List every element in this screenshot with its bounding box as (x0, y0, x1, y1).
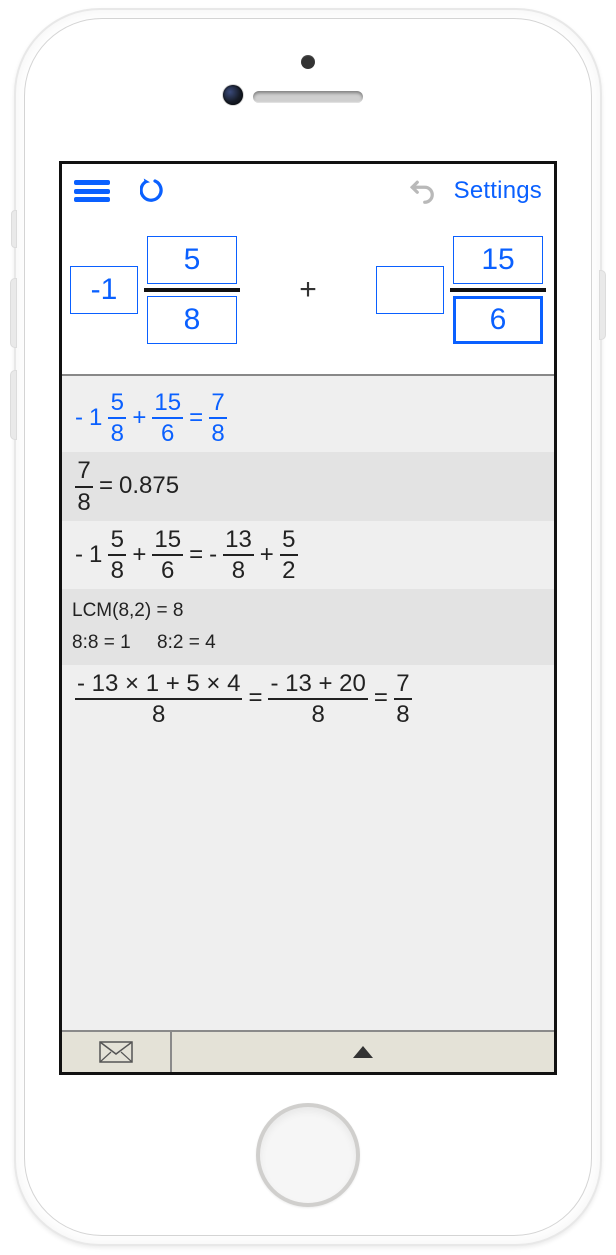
denominator: 8 (230, 558, 247, 583)
numerator: 5 (280, 527, 297, 552)
denominator: 8 (394, 702, 411, 727)
expand-keyboard-button[interactable] (172, 1032, 554, 1072)
app-screen: Settings -1 5 8 + 15 (59, 161, 557, 1075)
mixed-fraction: 5 8 (108, 390, 126, 446)
phone-proximity-sensor (301, 55, 315, 69)
denominator: 8 (109, 558, 126, 583)
left-numerator-input[interactable]: 5 (147, 236, 237, 284)
denominator: 8 (75, 490, 92, 515)
refresh-icon[interactable] (140, 176, 170, 206)
mixed-whole: 1 (86, 538, 105, 573)
denominator: 2 (280, 558, 297, 583)
fraction-expanded: - 13 + 20 8 (268, 671, 367, 727)
menu-icon[interactable] (74, 180, 110, 202)
equals-sign: = (186, 401, 206, 436)
phone-volume-down (10, 370, 17, 440)
mixed-fraction: 5 8 (108, 527, 126, 583)
toolbar: Settings (62, 164, 554, 218)
settings-link[interactable]: Settings (454, 177, 542, 205)
denominator: 8 (309, 702, 326, 727)
result-line-3: - 1 5 8 + 15 6 = - (72, 527, 544, 583)
mixed-whole: 1 (86, 401, 105, 436)
phone-home-button (256, 1103, 360, 1207)
phone-speaker (253, 91, 363, 103)
numerator: 13 (223, 527, 254, 552)
result-line-5: - 13 × 1 + 5 × 4 8 = - 13 + 20 8 = 7 (72, 671, 544, 727)
fraction-bar (144, 288, 240, 292)
operand-right: 15 6 (376, 236, 546, 344)
fraction-bar (450, 288, 546, 292)
numerator: 5 (109, 527, 126, 552)
equals-sign: = (96, 469, 116, 504)
lcm-line-1: LCM(8,2) = 8 (72, 595, 544, 627)
equals-sign: = (245, 681, 265, 716)
fraction: 5 2 (280, 527, 298, 583)
answer-fraction: 7 8 (209, 390, 227, 446)
numerator: 7 (75, 458, 92, 483)
plus-sign: + (129, 401, 149, 436)
plus-sign: + (129, 538, 149, 573)
left-whole-input[interactable]: -1 (70, 266, 138, 314)
fraction: 13 8 (223, 527, 254, 583)
phone-volume-up (10, 278, 17, 348)
minus-sign: - (206, 538, 220, 573)
operator-button[interactable]: + (291, 273, 325, 307)
mail-icon (99, 1041, 133, 1063)
denominator: 8 (109, 421, 126, 446)
result-line-2: 7 8 = 0.875 (62, 452, 554, 520)
phone-inner: Settings -1 5 8 + 15 (24, 18, 592, 1236)
answer-fraction: 7 8 (394, 671, 412, 727)
denominator: 6 (159, 558, 176, 583)
minus-sign: - (72, 538, 86, 573)
numerator: 5 (109, 390, 126, 415)
plus-sign: + (257, 538, 277, 573)
numerator: - 13 × 1 + 5 × 4 (75, 671, 242, 696)
denominator: 8 (150, 702, 167, 727)
result-lcm-block: LCM(8,2) = 8 8:8 = 1 8:2 = 4 (62, 589, 554, 665)
bottom-bar (62, 1030, 554, 1072)
numerator: 15 (152, 527, 183, 552)
equals-sign: = (371, 681, 391, 716)
operand-left: -1 5 8 (70, 236, 240, 344)
numerator: 7 (394, 671, 411, 696)
results-panel: - 1 5 8 + 15 6 = 7 (62, 374, 554, 1030)
expression-input: -1 5 8 + 15 6 (62, 218, 554, 374)
fraction: 15 6 (152, 527, 183, 583)
phone-power-button (599, 270, 606, 340)
undo-icon[interactable] (406, 176, 436, 206)
right-whole-input[interactable] (376, 266, 444, 314)
numerator: 15 (152, 390, 183, 415)
fraction: 7 8 (75, 458, 93, 514)
numerator: - 13 + 20 (268, 671, 367, 696)
phone-frame: Settings -1 5 8 + 15 (14, 8, 602, 1246)
right-numerator-input[interactable]: 15 (453, 236, 543, 284)
denominator: 8 (209, 421, 226, 446)
result-line-1: - 1 5 8 + 15 6 = 7 (72, 390, 544, 446)
minus-sign: - (72, 401, 86, 436)
right-denominator-input[interactable]: 6 (453, 296, 543, 344)
left-denominator-input[interactable]: 8 (147, 296, 237, 344)
lcm-line-2: 8:8 = 1 8:2 = 4 (72, 627, 544, 659)
phone-silence-switch (11, 210, 17, 248)
decimal-value: 0.875 (116, 469, 182, 504)
triangle-up-icon (352, 1045, 374, 1059)
equals-sign: = (186, 538, 206, 573)
fraction: 15 6 (152, 390, 183, 446)
denominator: 6 (159, 421, 176, 446)
share-mail-button[interactable] (62, 1032, 172, 1072)
phone-front-camera (223, 85, 243, 105)
numerator: 7 (209, 390, 226, 415)
fraction-expanded: - 13 × 1 + 5 × 4 8 (75, 671, 242, 727)
